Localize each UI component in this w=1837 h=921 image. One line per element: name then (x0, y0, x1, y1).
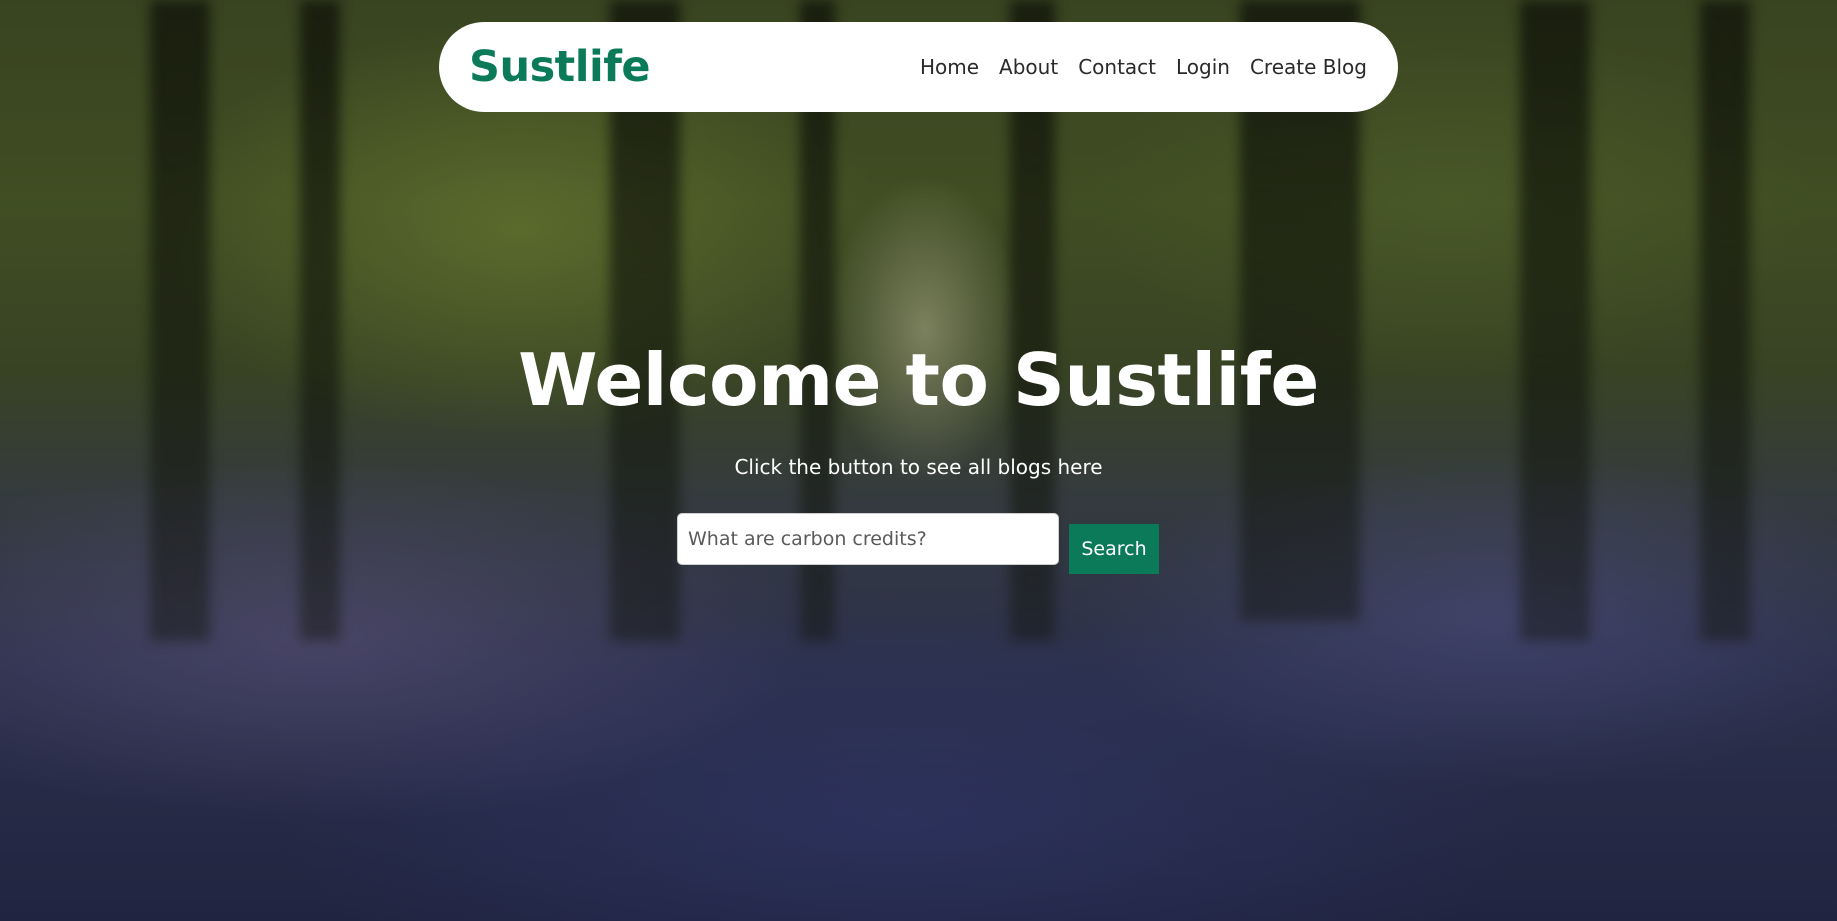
brand-logo[interactable]: Sustlife (469, 42, 651, 92)
search-button[interactable]: Search (1069, 524, 1159, 574)
nav-link-about[interactable]: About (999, 55, 1058, 79)
hero-title: Welcome to Sustlife (518, 338, 1319, 422)
nav-link-login[interactable]: Login (1176, 55, 1230, 79)
hero-subtitle: Click the button to see all blogs here (734, 455, 1103, 479)
nav-links: Home About Contact Login Create Blog (920, 55, 1367, 79)
nav-link-home[interactable]: Home (920, 55, 979, 79)
nav-link-create-blog[interactable]: Create Blog (1250, 55, 1367, 79)
nav-link-contact[interactable]: Contact (1078, 55, 1156, 79)
search-input[interactable] (677, 513, 1059, 565)
navbar: Sustlife Home About Contact Login Create… (439, 22, 1398, 112)
